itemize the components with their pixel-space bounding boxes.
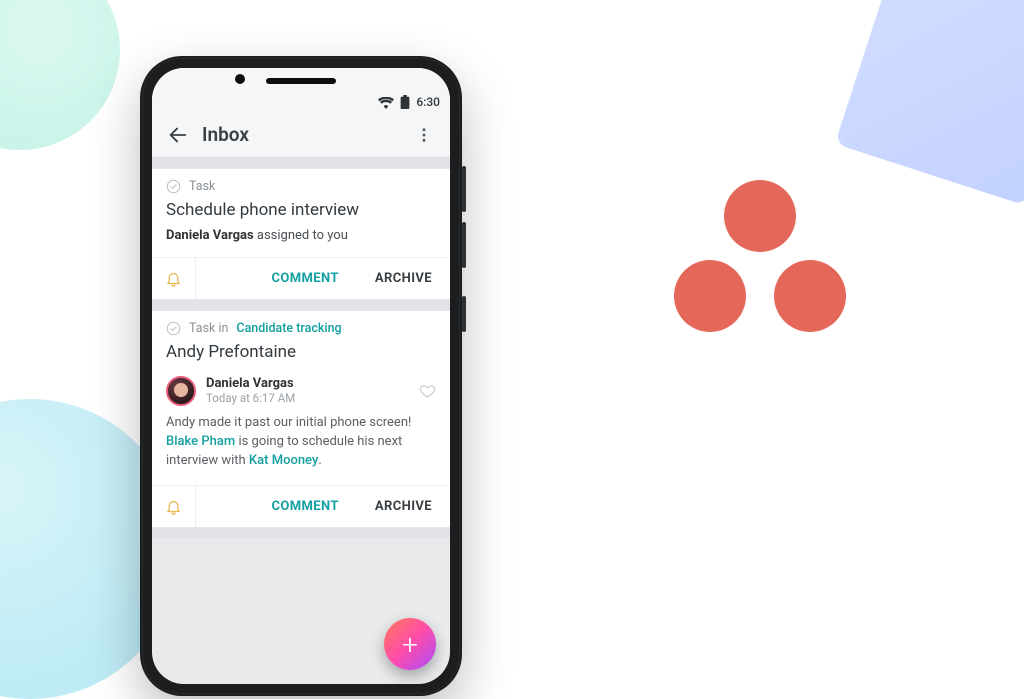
page-title: Inbox [202,123,406,146]
comment-body: Andy made it past our initial phone scre… [152,410,450,485]
actor-name: Daniela Vargas [166,228,254,243]
phone-speaker [266,78,336,84]
card-actions: COMMENT ARCHIVE [152,257,450,299]
status-bar-time: 6:30 [416,95,440,109]
phone-frame: 6:30 Inbox Task Schedule pho [140,56,462,696]
arrow-left-icon [167,124,189,146]
inbox-card[interactable]: Task in Candidate tracking Andy Prefonta… [152,310,450,528]
mention-link[interactable]: Kat Mooney [249,453,318,468]
comment-text: Andy made it past our initial phone scre… [166,415,411,430]
phone-screen: 6:30 Inbox Task Schedule pho [152,68,450,684]
action-text: assigned to you [254,228,348,243]
status-bar: 6:30 [152,68,450,112]
notification-bell-button[interactable] [152,258,196,299]
phone-volume-up-button [462,166,466,212]
decorative-blob-top-right [835,0,1024,206]
phone-front-camera [235,74,245,84]
card-title: Schedule phone interview [152,196,450,228]
plus-icon: + [402,628,418,661]
card-title: Andy Prefontaine [152,338,450,370]
avatar [166,376,196,406]
task-check-icon [166,321,181,336]
comment-timestamp: Today at 6:17 AM [206,391,409,405]
task-check-icon [166,179,181,194]
more-vertical-icon [415,126,433,144]
wifi-icon [378,97,394,109]
comment-button[interactable]: COMMENT [253,486,356,527]
bell-icon [165,498,182,515]
card-actions: COMMENT ARCHIVE [152,485,450,527]
like-button[interactable] [419,383,436,400]
phone-power-button [462,296,466,332]
heart-icon [419,383,436,400]
create-fab[interactable]: + [384,618,436,670]
overflow-menu-button[interactable] [406,117,442,153]
phone-volume-down-button [462,222,466,268]
app-header: Inbox [152,112,450,158]
project-link[interactable]: Candidate tracking [236,321,341,336]
card-subtitle: Daniela Vargas assigned to you [152,228,450,257]
battery-icon [400,95,410,109]
inbox-feed: Task Schedule phone interview Daniela Va… [152,158,450,538]
card-meta: Task [152,169,450,196]
card-type-label: Task [189,179,215,194]
bell-icon [165,270,182,287]
asana-logo [660,180,860,350]
archive-button[interactable]: ARCHIVE [357,486,450,527]
comment-author: Daniela Vargas [206,376,409,391]
notification-bell-button[interactable] [152,486,196,527]
archive-button[interactable]: ARCHIVE [357,258,450,299]
mention-link[interactable]: Blake Pham [166,434,235,449]
decorative-blob-top-left [0,0,120,150]
comment-button[interactable]: COMMENT [253,258,356,299]
inbox-card[interactable]: Task Schedule phone interview Daniela Va… [152,168,450,300]
comment-text: . [318,453,321,468]
comment-header: Daniela Vargas Today at 6:17 AM [152,370,450,410]
card-meta: Task in Candidate tracking [152,311,450,338]
back-button[interactable] [160,117,196,153]
card-type-prefix: Task in [189,321,228,336]
